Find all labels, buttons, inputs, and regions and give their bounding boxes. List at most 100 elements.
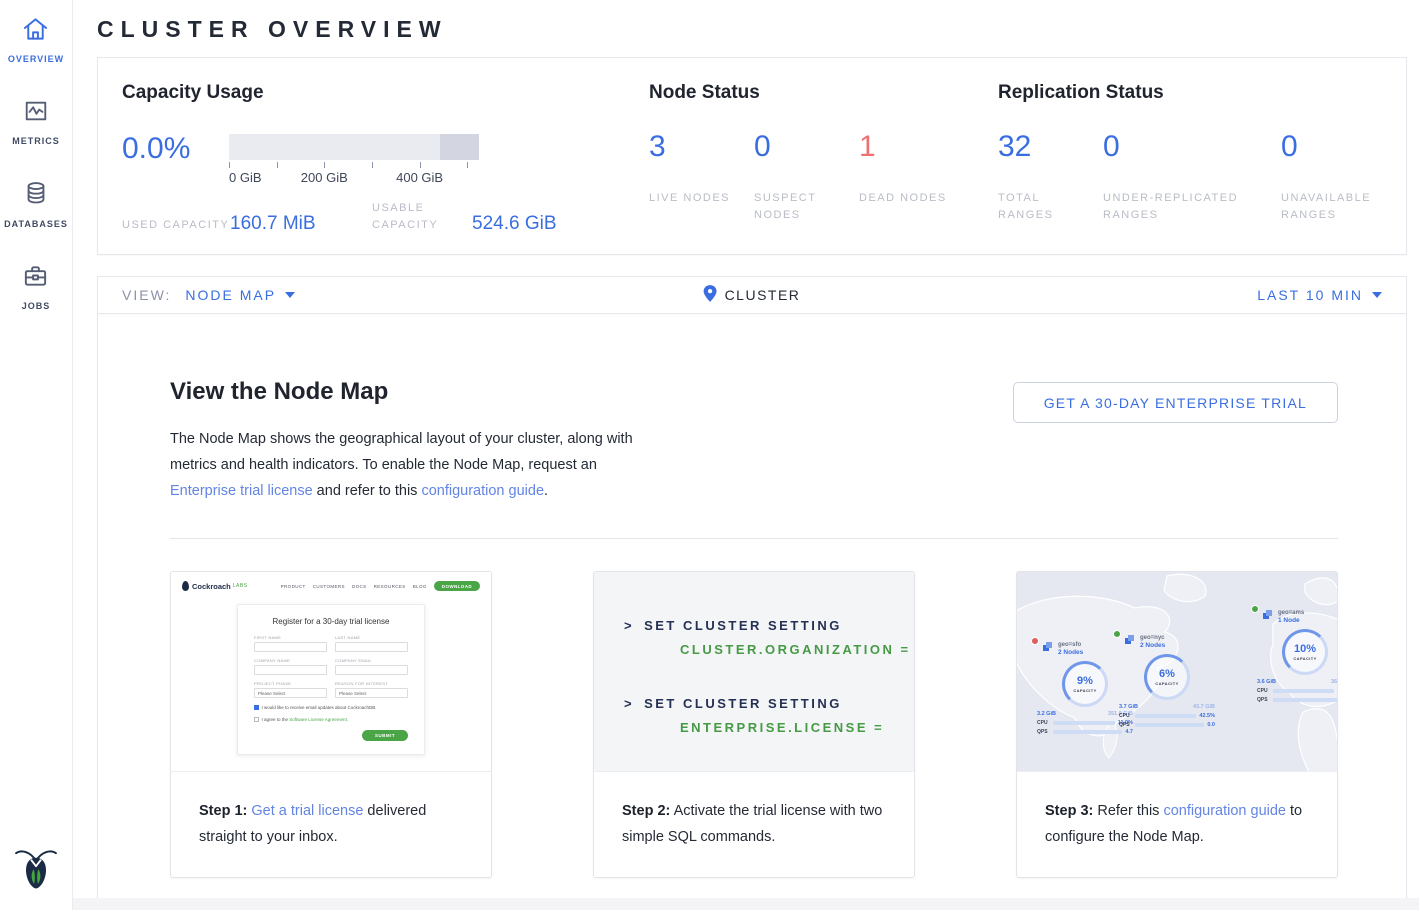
sql-setting: ENTERPRISE.LICENSE = bbox=[624, 716, 914, 740]
description-line: The Node Map shows the geographical layo… bbox=[170, 431, 633, 447]
capacity-label: CAPACITY bbox=[1293, 656, 1316, 661]
sql-prompt: > bbox=[624, 696, 634, 711]
locality-name: geo=nyc bbox=[1140, 635, 1165, 641]
under-replicated-ranges-value: 0 bbox=[1103, 130, 1281, 164]
nav-product: PRODUCT bbox=[281, 584, 306, 589]
nav-docs: DOCS bbox=[352, 584, 367, 589]
locality-node-count: 1 Node bbox=[1278, 617, 1304, 624]
bug-icon bbox=[182, 581, 189, 591]
field-label: PROJECT PHASE bbox=[254, 681, 327, 686]
sql-statement: SET CLUSTER SETTING bbox=[644, 696, 842, 711]
step3-caption: Step 3: Refer this configuration guide t… bbox=[1017, 772, 1337, 850]
field-label: LAST NAME bbox=[335, 635, 408, 640]
license-agreement-link: Software License Agreement. bbox=[289, 717, 348, 722]
chevron-down-icon bbox=[285, 292, 295, 298]
node-map-intro: View the Node Map The Node Map shows the… bbox=[170, 378, 633, 504]
usable-capacity-label: USABLE CAPACITY bbox=[372, 200, 472, 234]
sql-prompt: > bbox=[624, 618, 634, 633]
sidebar-item-label: METRICS bbox=[12, 136, 60, 146]
field-label: COMPANY NAME bbox=[254, 658, 327, 663]
jobs-icon bbox=[22, 263, 49, 294]
field-label: FIRST NAME bbox=[254, 635, 327, 640]
cpu-value: 42.5% bbox=[1199, 713, 1215, 719]
total-ranges-label: TOTAL RANGES bbox=[998, 190, 1088, 224]
locality-node-count: 2 Nodes bbox=[1140, 642, 1165, 649]
status-dot bbox=[1251, 605, 1259, 613]
step-number: Step 1: bbox=[199, 803, 247, 819]
time-range-value: LAST 10 MIN bbox=[1257, 287, 1363, 303]
configuration-guide-link[interactable]: configuration guide bbox=[421, 483, 544, 499]
sidebar-item-metrics[interactable]: METRICS bbox=[12, 98, 60, 146]
live-nodes-stat: 3 LIVE NODES bbox=[649, 130, 754, 224]
nodes-icon bbox=[1125, 635, 1136, 646]
sql-commands-illustration: >SET CLUSTER SETTING CLUSTER.ORGANIZATIO… bbox=[594, 572, 914, 772]
sidebar-item-databases[interactable]: DATABASES bbox=[4, 180, 68, 229]
view-dropdown[interactable]: NODE MAP bbox=[185, 287, 295, 303]
suspect-nodes-label: SUSPECT NODES bbox=[754, 190, 844, 224]
step-text: Refer this bbox=[1093, 803, 1163, 819]
sidebar-item-label: OVERVIEW bbox=[8, 54, 64, 64]
field-label: REASON FOR INTEREST bbox=[335, 681, 408, 686]
capacity-bar bbox=[229, 134, 479, 160]
qps-label: QPS bbox=[1119, 722, 1132, 728]
live-nodes-label: LIVE NODES bbox=[649, 190, 739, 207]
field-select: Please Select bbox=[335, 688, 408, 698]
configuration-guide-link[interactable]: configuration guide bbox=[1163, 803, 1286, 819]
capacity-axis-labels: 0 GiB 200 GiB 400 GiB bbox=[229, 170, 479, 186]
status-dot bbox=[1031, 637, 1039, 645]
capacity-used-percent: 0.0% bbox=[122, 134, 229, 186]
node-status-section: Node Status 3 LIVE NODES 0 SUSPECT NODES… bbox=[649, 82, 998, 254]
qps-bar bbox=[1135, 723, 1204, 727]
node-map-preview: geo=sfo 2 Nodes 9% CAPACITY 3.2 GiB351.0… bbox=[1017, 572, 1337, 772]
capacity-donut: 9% CAPACITY bbox=[1062, 661, 1108, 707]
field-select: Please Select bbox=[254, 688, 327, 698]
main-content: CLUSTER OVERVIEW Capacity Usage 0.0% bbox=[73, 0, 1419, 910]
axis-label: 200 GiB bbox=[301, 170, 348, 185]
qps-value: 0.0 bbox=[1207, 722, 1215, 728]
databases-icon bbox=[23, 180, 49, 212]
sidebar-item-jobs[interactable]: JOBS bbox=[22, 263, 51, 311]
live-nodes-value: 3 bbox=[649, 130, 754, 164]
step1-caption: Step 1: Get a trial license delivered st… bbox=[171, 772, 491, 850]
unavailable-ranges-value: 0 bbox=[1281, 130, 1401, 164]
get-enterprise-trial-button[interactable]: GET A 30-DAY ENTERPRISE TRIAL bbox=[1013, 382, 1338, 423]
capacity-donut: 10% CAPACITY bbox=[1282, 629, 1328, 675]
sql-statement: SET CLUSTER SETTING bbox=[644, 618, 842, 633]
locality-breadcrumb[interactable]: CLUSTER bbox=[704, 285, 801, 305]
capacity-percent: 10% bbox=[1294, 643, 1316, 655]
enterprise-trial-license-link[interactable]: Enterprise trial license bbox=[170, 483, 313, 499]
qps-label: QPS bbox=[1037, 729, 1050, 735]
capacity-percent: 9% bbox=[1077, 675, 1093, 687]
submit-button: SUBMIT bbox=[362, 730, 408, 741]
status-dot bbox=[1113, 630, 1121, 638]
replication-status-title: Replication Status bbox=[998, 82, 1406, 104]
sidebar-item-overview[interactable]: OVERVIEW bbox=[8, 16, 64, 64]
used-capacity-value: 160.7 MiB bbox=[230, 214, 372, 234]
cpu-bar bbox=[1273, 689, 1334, 693]
brand-name: Cockroach bbox=[192, 582, 231, 591]
get-trial-license-link[interactable]: Get a trial license bbox=[251, 803, 363, 819]
description-line: . bbox=[544, 483, 548, 499]
locality-name: geo=sfo bbox=[1058, 642, 1083, 648]
node-map-heading: View the Node Map bbox=[170, 378, 633, 406]
dead-nodes-label: DEAD NODES bbox=[859, 190, 949, 207]
node-status-title: Node Status bbox=[649, 82, 998, 104]
step2-caption: Step 2: Activate the trial license with … bbox=[594, 772, 914, 850]
time-range-dropdown[interactable]: LAST 10 MIN bbox=[1257, 287, 1406, 303]
site-nav: PRODUCT CUSTOMERS DOCS RESOURCES BLOG DO… bbox=[274, 581, 480, 591]
chevron-down-icon bbox=[1372, 292, 1382, 298]
qps-bar bbox=[1273, 698, 1337, 702]
capacity-used: 3.2 GiB bbox=[1037, 711, 1056, 717]
suspect-nodes-stat: 0 SUSPECT NODES bbox=[754, 130, 859, 224]
field-input bbox=[254, 665, 327, 675]
axis-label: 400 GiB bbox=[396, 170, 443, 185]
nav-blog: BLOG bbox=[413, 584, 427, 589]
step3-card: geo=sfo 2 Nodes 9% CAPACITY 3.2 GiB351.0… bbox=[1016, 571, 1338, 878]
cpu-label: CPU bbox=[1037, 720, 1050, 726]
qps-label: QPS bbox=[1257, 697, 1270, 703]
cluster-summary-panel: Capacity Usage 0.0% bbox=[97, 57, 1407, 255]
capacity-usage-section: Capacity Usage 0.0% bbox=[122, 82, 649, 254]
capacity-bar-reserved-segment bbox=[440, 134, 479, 160]
trial-register-form: Register for a 30-day trial license FIRS… bbox=[237, 604, 425, 755]
node-map-locality-ams: geo=ams 1 Node 10% CAPACITY 3.6 GiB36.4 … bbox=[1257, 610, 1337, 703]
